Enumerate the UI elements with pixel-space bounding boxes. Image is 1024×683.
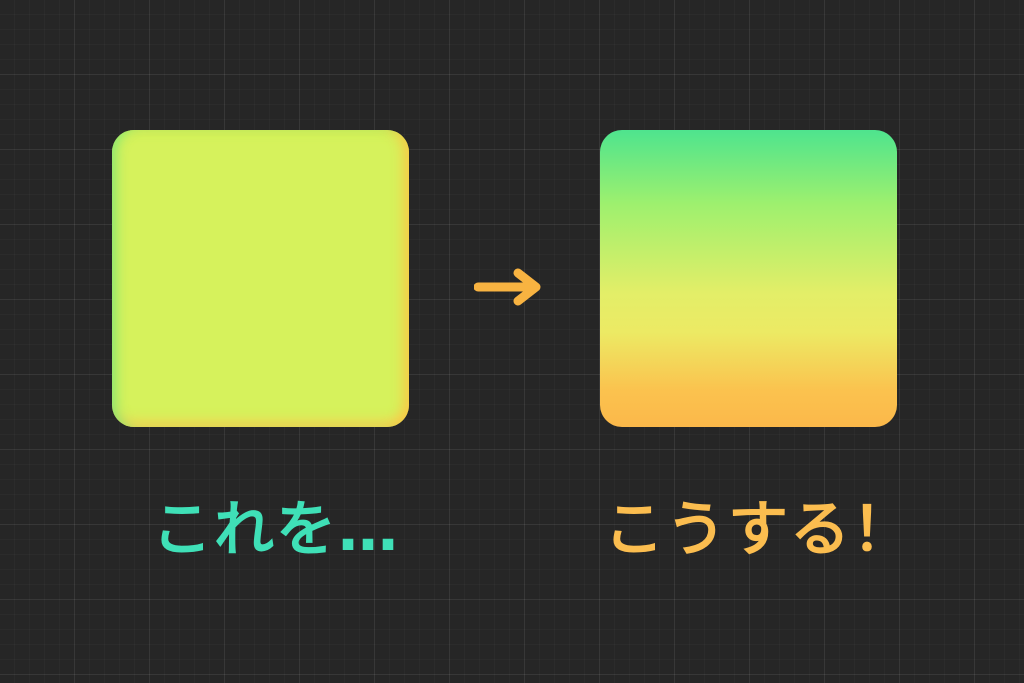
before-caption: これを…: [152, 495, 400, 565]
after-caption: こうする！: [604, 495, 914, 565]
arrow-right-icon: [474, 268, 541, 306]
after-gradient-square: [600, 130, 897, 427]
before-square: [112, 130, 409, 427]
